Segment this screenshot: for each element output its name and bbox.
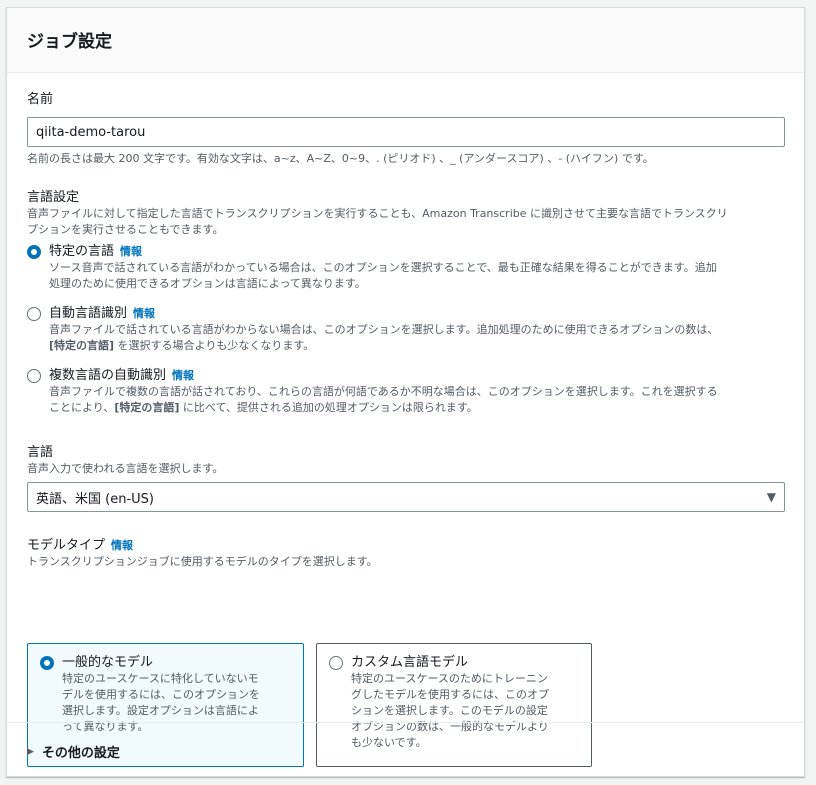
custom-model-desc-3: ションを選択します。このモデルの設定 [351,704,548,717]
caret-right-icon: ▶ [27,746,34,757]
general-model-desc-2: デルを使用するには、このオプションを [62,688,260,701]
specific-language-ref: [特定の言語] [49,339,115,352]
custom-model-label: カスタム言語モデル [351,655,469,670]
panel-title: ジョブ設定 [27,32,112,52]
language-description: 音声入力で使われる言語を選択します。 [27,462,224,475]
specific-language-label: 特定の言語 [49,244,115,259]
info-link[interactable]: 情報 [120,245,142,258]
specific-language-desc-1: ソース音声で話されている言語がわかっている場合は、このオプションを選択することで… [49,261,717,274]
language-settings-description-2: プションを実行させることもできます。 [27,223,224,236]
radio-button-checked[interactable] [27,245,41,259]
language-settings-description-1: 音声ファイルに対して指定した言語でトランスクリプションを実行することも、Amaz… [27,207,728,220]
info-link[interactable]: 情報 [172,369,194,382]
model-type-description: トランスクリプションジョブに使用するモデルのタイプを選択します。 [27,555,378,568]
auto-language-desc-2-rest: を選択する場合よりも少なくなります。 [114,339,315,352]
radio-button[interactable] [329,656,343,670]
language-select[interactable]: 英語、米国 (en-US) ▼ [27,482,785,512]
language-settings-group: 言語設定 音声ファイルに対して指定した言語でトランスクリプションを実行することも… [27,190,785,416]
language-label: 言語 [27,445,54,460]
model-type-label: モデルタイプ [27,538,106,553]
specific-language-desc-2: 処理のために使用できるオプションは言語によって異なります。 [49,277,366,290]
radio-button[interactable] [27,307,41,321]
language-selected-value: 英語、米国 (en-US) [36,491,154,507]
specific-language-ref: [特定の言語] [114,401,180,414]
radio-specific-language[interactable]: 特定の言語 情報 ソース音声で話されている言語がわかっている場合は、このオプション… [27,244,785,292]
panel-footer: ▶ その他の設定 [7,722,804,776]
general-model-desc-3: 選択します。設定オプションは言語によ [62,704,259,717]
job-settings-panel: ジョブ設定 名前 名前の長さは最大 200 文字です。有効な文字は、a~z、A~… [6,7,805,777]
auto-language-label: 自動言語識別 [49,306,128,321]
radio-button-checked[interactable] [40,656,54,670]
multi-language-label: 複数言語の自動識別 [49,368,167,383]
info-link[interactable]: 情報 [111,539,133,552]
info-link[interactable]: 情報 [133,307,155,320]
multi-language-desc-2-rest: に比べて、提供される追加の処理オプションは限られます。 [179,401,478,414]
general-model-label: 一般的なモデル [62,655,154,670]
panel-header: ジョブ設定 [7,8,804,73]
radio-button[interactable] [27,369,41,383]
general-model-desc-1: 特定のユースケースに特化していないモ [62,672,259,685]
caret-down-icon: ▼ [766,490,776,504]
name-field-group: 名前 名前の長さは最大 200 文字です。有効な文字は、a~z、A~Z、0~9、… [27,92,785,167]
model-type-group: モデルタイプ 情報 トランスクリプションジョブに使用するモデルのタイプを選択します… [27,538,785,570]
language-group: 言語 音声入力で使われる言語を選択します。 英語、米国 (en-US) ▼ [27,445,785,512]
multi-language-desc-2-pre: ことにより、 [49,401,115,414]
custom-model-desc-2: グしたモデルを使用するには、このオプ [351,688,549,701]
name-hint: 名前の長さは最大 200 文字です。有効な文字は、a~z、A~Z、0~9、. (… [27,152,654,165]
name-input[interactable] [27,117,785,147]
additional-settings-label: その他の設定 [41,746,120,761]
auto-language-desc-1: 音声ファイルで話されている言語がわからない場合は、このオプションを選択します。追… [49,323,719,336]
radio-auto-language[interactable]: 自動言語識別 情報 音声ファイルで話されている言語がわからない場合は、このオプショ… [27,306,785,354]
auto-language-desc-2: [特定の言語] を選択する場合よりも少なくなります。 [49,338,718,354]
language-settings-label: 言語設定 [27,190,80,205]
custom-model-desc-1: 特定のユースケースのためにトレーニン [351,672,548,685]
additional-settings-expander[interactable]: ▶ その他の設定 [27,742,804,761]
radio-multi-language[interactable]: 複数言語の自動識別 情報 音声ファイルで複数の言語が話されており、これらの言語が何… [27,368,785,416]
name-label: 名前 [27,92,54,107]
multi-language-desc-2: ことにより、[特定の言語] に比べて、提供される追加の処理オプションは限られます… [49,400,718,416]
multi-language-desc-1: 音声ファイルで複数の言語が話されており、これらの言語が何語であるか不明な場合は、… [49,385,718,398]
